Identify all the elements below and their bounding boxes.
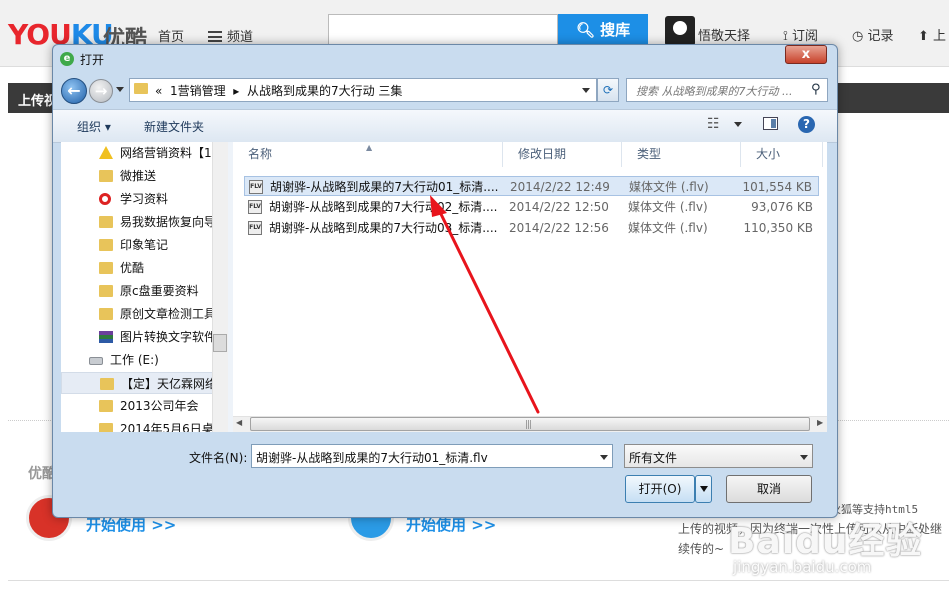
annotation-arrow <box>430 195 540 414</box>
arrow-head <box>430 195 447 217</box>
watermark-url: jingyan.baidu.com <box>733 558 872 576</box>
baidu-watermark: Baidu经验 <box>728 521 923 562</box>
arrow-shaft <box>436 206 540 414</box>
